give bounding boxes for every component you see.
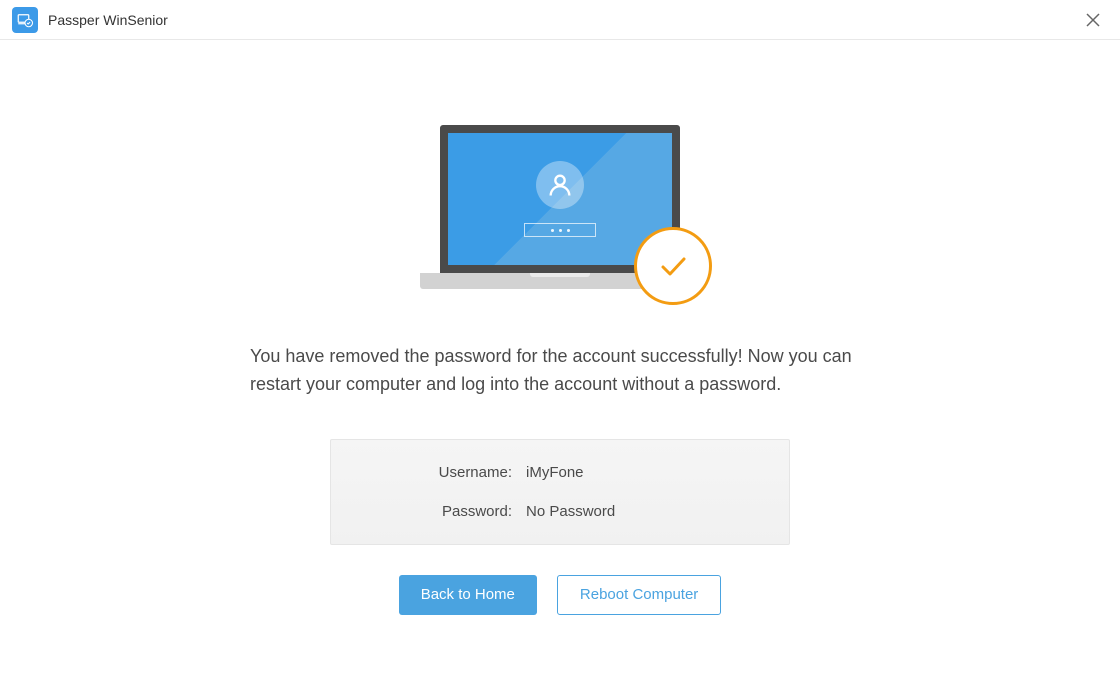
password-field-icon	[524, 223, 596, 237]
username-value: iMyFone	[526, 464, 584, 481]
main-content: You have removed the password for the ac…	[0, 40, 1120, 615]
password-value: No Password	[526, 503, 615, 520]
button-row: Back to Home Reboot Computer	[399, 575, 722, 615]
titlebar: Passper WinSenior	[0, 0, 1120, 40]
success-illustration	[420, 125, 700, 295]
back-to-home-button[interactable]: Back to Home	[399, 575, 537, 615]
username-row: Username: iMyFone	[361, 464, 759, 481]
password-label: Password:	[361, 503, 526, 520]
user-avatar-icon	[536, 161, 584, 209]
close-button[interactable]	[1078, 5, 1108, 35]
success-check-icon	[634, 227, 712, 305]
app-title: Passper WinSenior	[48, 12, 168, 28]
app-logo-icon	[12, 7, 38, 33]
close-icon	[1086, 13, 1100, 27]
password-row: Password: No Password	[361, 503, 759, 520]
success-message: You have removed the password for the ac…	[250, 343, 870, 399]
username-label: Username:	[361, 464, 526, 481]
account-info-box: Username: iMyFone Password: No Password	[330, 439, 790, 545]
reboot-computer-button[interactable]: Reboot Computer	[557, 575, 721, 615]
